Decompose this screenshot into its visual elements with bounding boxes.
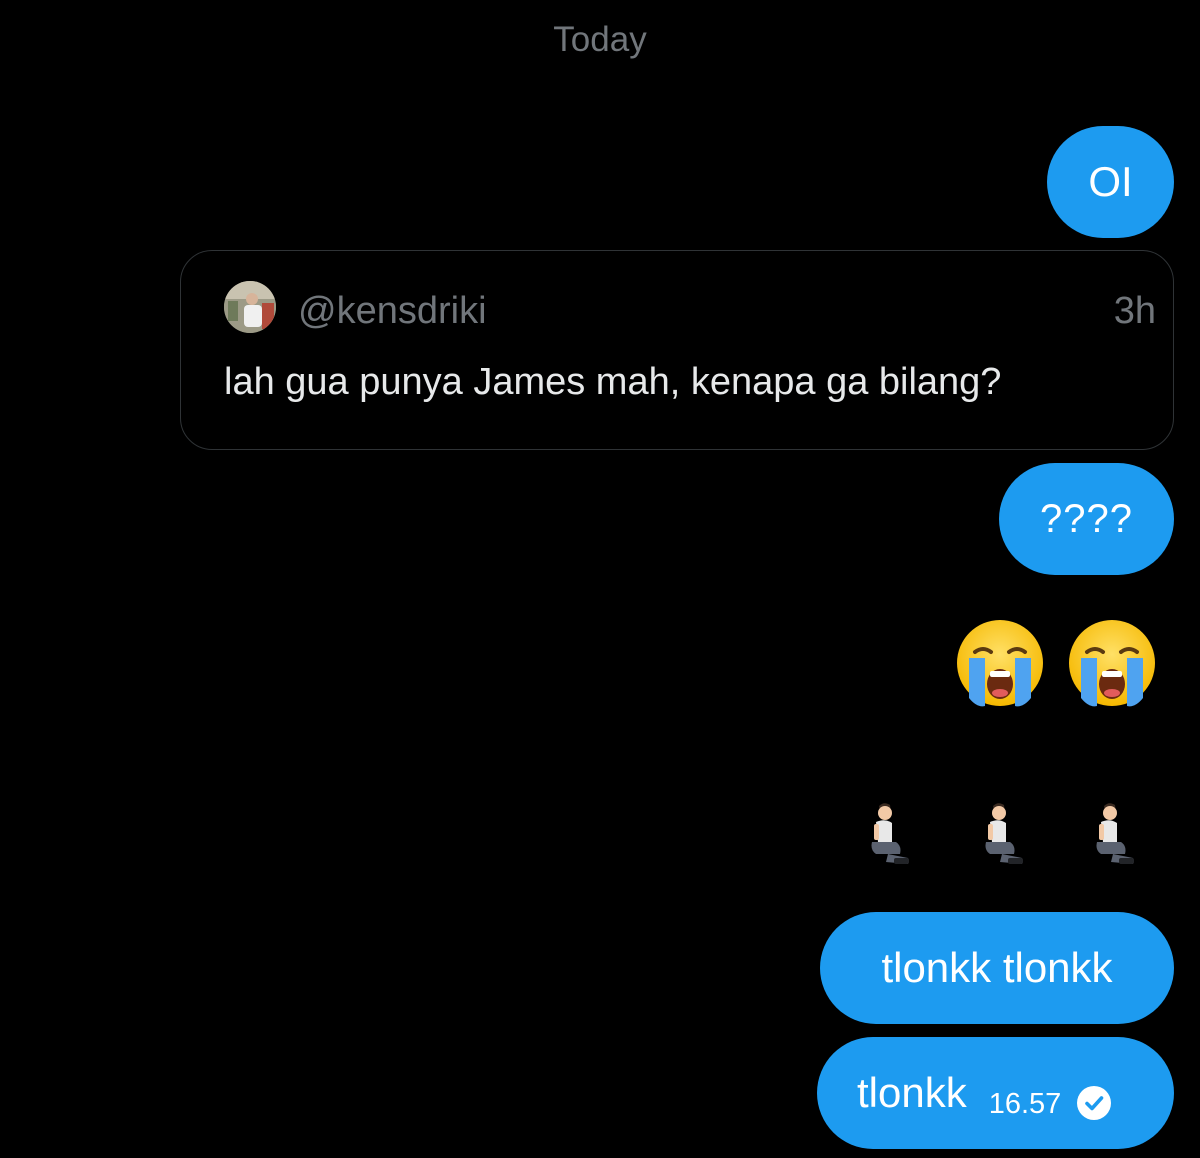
- sent-message-bubble[interactable]: OI: [1047, 126, 1174, 238]
- message-text: tlonkk tlonkk: [881, 944, 1113, 991]
- quoted-post-card[interactable]: @kensdriki 3h lah gua punya James mah, k…: [180, 250, 1174, 450]
- seen-check-icon: [1077, 1086, 1112, 1120]
- person-kneeling-icon[interactable]: [976, 802, 1024, 868]
- date-separator: Today: [553, 20, 647, 59]
- person-kneeling-icon[interactable]: [1087, 802, 1135, 868]
- loudly-crying-face-icon[interactable]: [955, 618, 1045, 708]
- sent-message-bubble[interactable]: ????: [999, 463, 1174, 575]
- loudly-crying-face-icon[interactable]: [1067, 618, 1157, 708]
- quoted-post-handle[interactable]: @kensdriki: [298, 289, 487, 333]
- message-timestamp: 16.57: [988, 1087, 1062, 1120]
- sent-message-bubble[interactable]: tlonkk tlonkk: [820, 912, 1174, 1024]
- quoted-post-text: lah gua punya James mah, kenapa ga bilan…: [224, 361, 1002, 403]
- sent-message-bubble[interactable]: tlonkk 16.57: [817, 1037, 1174, 1149]
- quoted-post-time: 3h: [1113, 290, 1156, 332]
- avatar[interactable]: [224, 281, 276, 333]
- message-text: ????: [1040, 496, 1133, 541]
- message-text: tlonkk: [857, 1069, 967, 1116]
- avatar-image: [224, 281, 276, 333]
- person-kneeling-icon[interactable]: [862, 802, 910, 868]
- message-text: OI: [1088, 158, 1133, 205]
